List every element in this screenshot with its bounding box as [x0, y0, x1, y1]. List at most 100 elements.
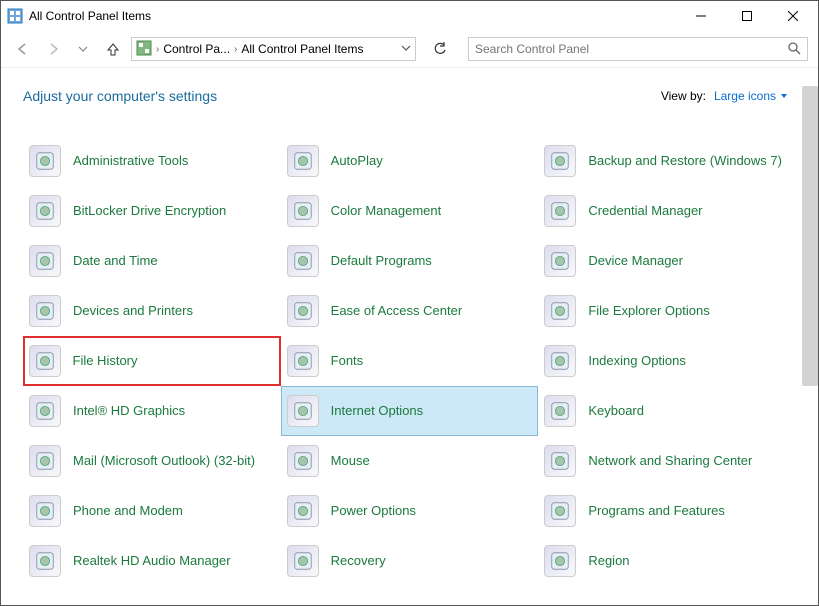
cp-item-power-options[interactable]: Power Options	[281, 486, 539, 536]
cp-item-label: Ease of Access Center	[331, 303, 463, 319]
cp-item-internet-options[interactable]: Internet Options	[281, 386, 539, 436]
cp-item-date-and-time[interactable]: Date and Time	[23, 236, 281, 286]
cp-item-label: Fonts	[331, 353, 364, 369]
view-by-label: View by:	[661, 89, 706, 103]
cp-item-administrative-tools[interactable]: Administrative Tools	[23, 136, 281, 186]
maximize-button[interactable]	[724, 1, 770, 31]
cp-item-label: Default Programs	[331, 253, 432, 269]
cp-item-icon	[287, 295, 319, 327]
cp-item-file-explorer-options[interactable]: File Explorer Options	[538, 286, 796, 336]
search-input[interactable]	[475, 42, 787, 56]
cp-item-icon	[287, 395, 319, 427]
cp-item-credential-manager[interactable]: Credential Manager	[538, 186, 796, 236]
up-button[interactable]	[101, 37, 125, 61]
cp-item-intel-hd-graphics[interactable]: Intel® HD Graphics	[23, 386, 281, 436]
cp-item-icon	[29, 445, 61, 477]
cp-item-icon	[544, 345, 576, 377]
cp-item-icon	[29, 545, 61, 577]
cp-item-icon	[29, 145, 61, 177]
cp-item-network-and-sharing-center[interactable]: Network and Sharing Center	[538, 436, 796, 486]
cp-item-label: Device Manager	[588, 253, 683, 269]
cp-item-label: Intel® HD Graphics	[73, 403, 185, 419]
cp-item-icon	[287, 195, 319, 227]
cp-item-icon	[287, 345, 319, 377]
cp-item-icon	[287, 245, 319, 277]
scrollbar[interactable]	[802, 86, 818, 386]
cp-item-label: Recovery	[331, 553, 386, 569]
cp-item-label: Phone and Modem	[73, 503, 183, 519]
cp-item-icon	[29, 345, 61, 377]
items-grid: Administrative Tools AutoPlay Backup and R…	[23, 136, 796, 586]
search-box[interactable]	[468, 37, 808, 61]
chevron-right-icon: ›	[156, 44, 159, 55]
cp-item-autoplay[interactable]: AutoPlay	[281, 136, 539, 186]
breadcrumb-2[interactable]: ›All Control Panel Items	[234, 42, 363, 56]
cp-item-keyboard[interactable]: Keyboard	[538, 386, 796, 436]
address-bar[interactable]: ›Control Pa... ›All Control Panel Items	[131, 37, 416, 61]
cp-item-label: Realtek HD Audio Manager	[73, 553, 231, 569]
cp-item-label: BitLocker Drive Encryption	[73, 203, 226, 219]
cp-item-phone-and-modem[interactable]: Phone and Modem	[23, 486, 281, 536]
cp-item-mail-microsoft-outlook-32-bit[interactable]: Mail (Microsoft Outlook) (32-bit)	[23, 436, 281, 486]
cp-item-devices-and-printers[interactable]: Devices and Printers	[23, 286, 281, 336]
cp-item-label: Backup and Restore (Windows 7)	[588, 153, 782, 169]
cp-item-label: Network and Sharing Center	[588, 453, 752, 469]
back-button[interactable]	[11, 37, 35, 61]
search-icon[interactable]	[787, 41, 801, 58]
minimize-button[interactable]	[678, 1, 724, 31]
cp-item-bitlocker-drive-encryption[interactable]: BitLocker Drive Encryption	[23, 186, 281, 236]
close-button[interactable]	[770, 1, 816, 31]
cp-item-recovery[interactable]: Recovery	[281, 536, 539, 586]
view-by-dropdown[interactable]: Large icons	[714, 89, 788, 103]
content-area: Adjust your computer's settings View by:…	[1, 67, 818, 605]
cp-item-label: File Explorer Options	[588, 303, 709, 319]
refresh-button[interactable]	[428, 37, 452, 61]
cp-item-label: Keyboard	[588, 403, 644, 419]
control-panel-icon	[7, 8, 23, 24]
window: All Control Panel Items ›Control Pa... ›…	[0, 0, 819, 606]
breadcrumb-1[interactable]: ›Control Pa...	[156, 42, 230, 56]
forward-button[interactable]	[41, 37, 65, 61]
control-panel-addr-icon	[136, 40, 152, 59]
cp-item-icon	[544, 545, 576, 577]
cp-item-ease-of-access-center[interactable]: Ease of Access Center	[281, 286, 539, 336]
cp-item-mouse[interactable]: Mouse	[281, 436, 539, 486]
cp-item-fonts[interactable]: Fonts	[281, 336, 539, 386]
cp-item-indexing-options[interactable]: Indexing Options	[538, 336, 796, 386]
cp-item-color-management[interactable]: Color Management	[281, 186, 539, 236]
view-by: View by: Large icons	[661, 89, 788, 103]
cp-item-label: File History	[73, 353, 138, 369]
cp-item-icon	[29, 245, 61, 277]
cp-item-icon	[544, 245, 576, 277]
cp-item-label: AutoPlay	[331, 153, 383, 169]
cp-item-label: Internet Options	[331, 403, 424, 419]
cp-item-label: Programs and Features	[588, 503, 725, 519]
cp-item-icon	[544, 195, 576, 227]
cp-item-realtek-hd-audio-manager[interactable]: Realtek HD Audio Manager	[23, 536, 281, 586]
recent-dropdown[interactable]	[71, 37, 95, 61]
cp-item-device-manager[interactable]: Device Manager	[538, 236, 796, 286]
cp-item-label: Power Options	[331, 503, 416, 519]
cp-item-backup-and-restore-windows-7[interactable]: Backup and Restore (Windows 7)	[538, 136, 796, 186]
cp-item-programs-and-features[interactable]: Programs and Features	[538, 486, 796, 536]
toolbar: ›Control Pa... ›All Control Panel Items	[1, 31, 818, 67]
chevron-down-icon	[780, 92, 788, 100]
cp-item-file-history[interactable]: File History	[23, 336, 281, 386]
cp-item-icon	[29, 495, 61, 527]
cp-item-icon	[544, 395, 576, 427]
cp-item-label: Date and Time	[73, 253, 158, 269]
window-title: All Control Panel Items	[29, 9, 678, 23]
cp-item-icon	[544, 445, 576, 477]
header-row: Adjust your computer's settings View by:…	[23, 88, 796, 104]
cp-item-icon	[29, 395, 61, 427]
cp-item-icon	[287, 495, 319, 527]
cp-item-icon	[29, 295, 61, 327]
page-heading: Adjust your computer's settings	[23, 88, 217, 104]
cp-item-label: Region	[588, 553, 629, 569]
cp-item-label: Mouse	[331, 453, 370, 469]
cp-item-icon	[287, 145, 319, 177]
addr-dropdown-icon[interactable]	[401, 42, 411, 56]
cp-item-icon	[544, 295, 576, 327]
cp-item-default-programs[interactable]: Default Programs	[281, 236, 539, 286]
cp-item-region[interactable]: Region	[538, 536, 796, 586]
